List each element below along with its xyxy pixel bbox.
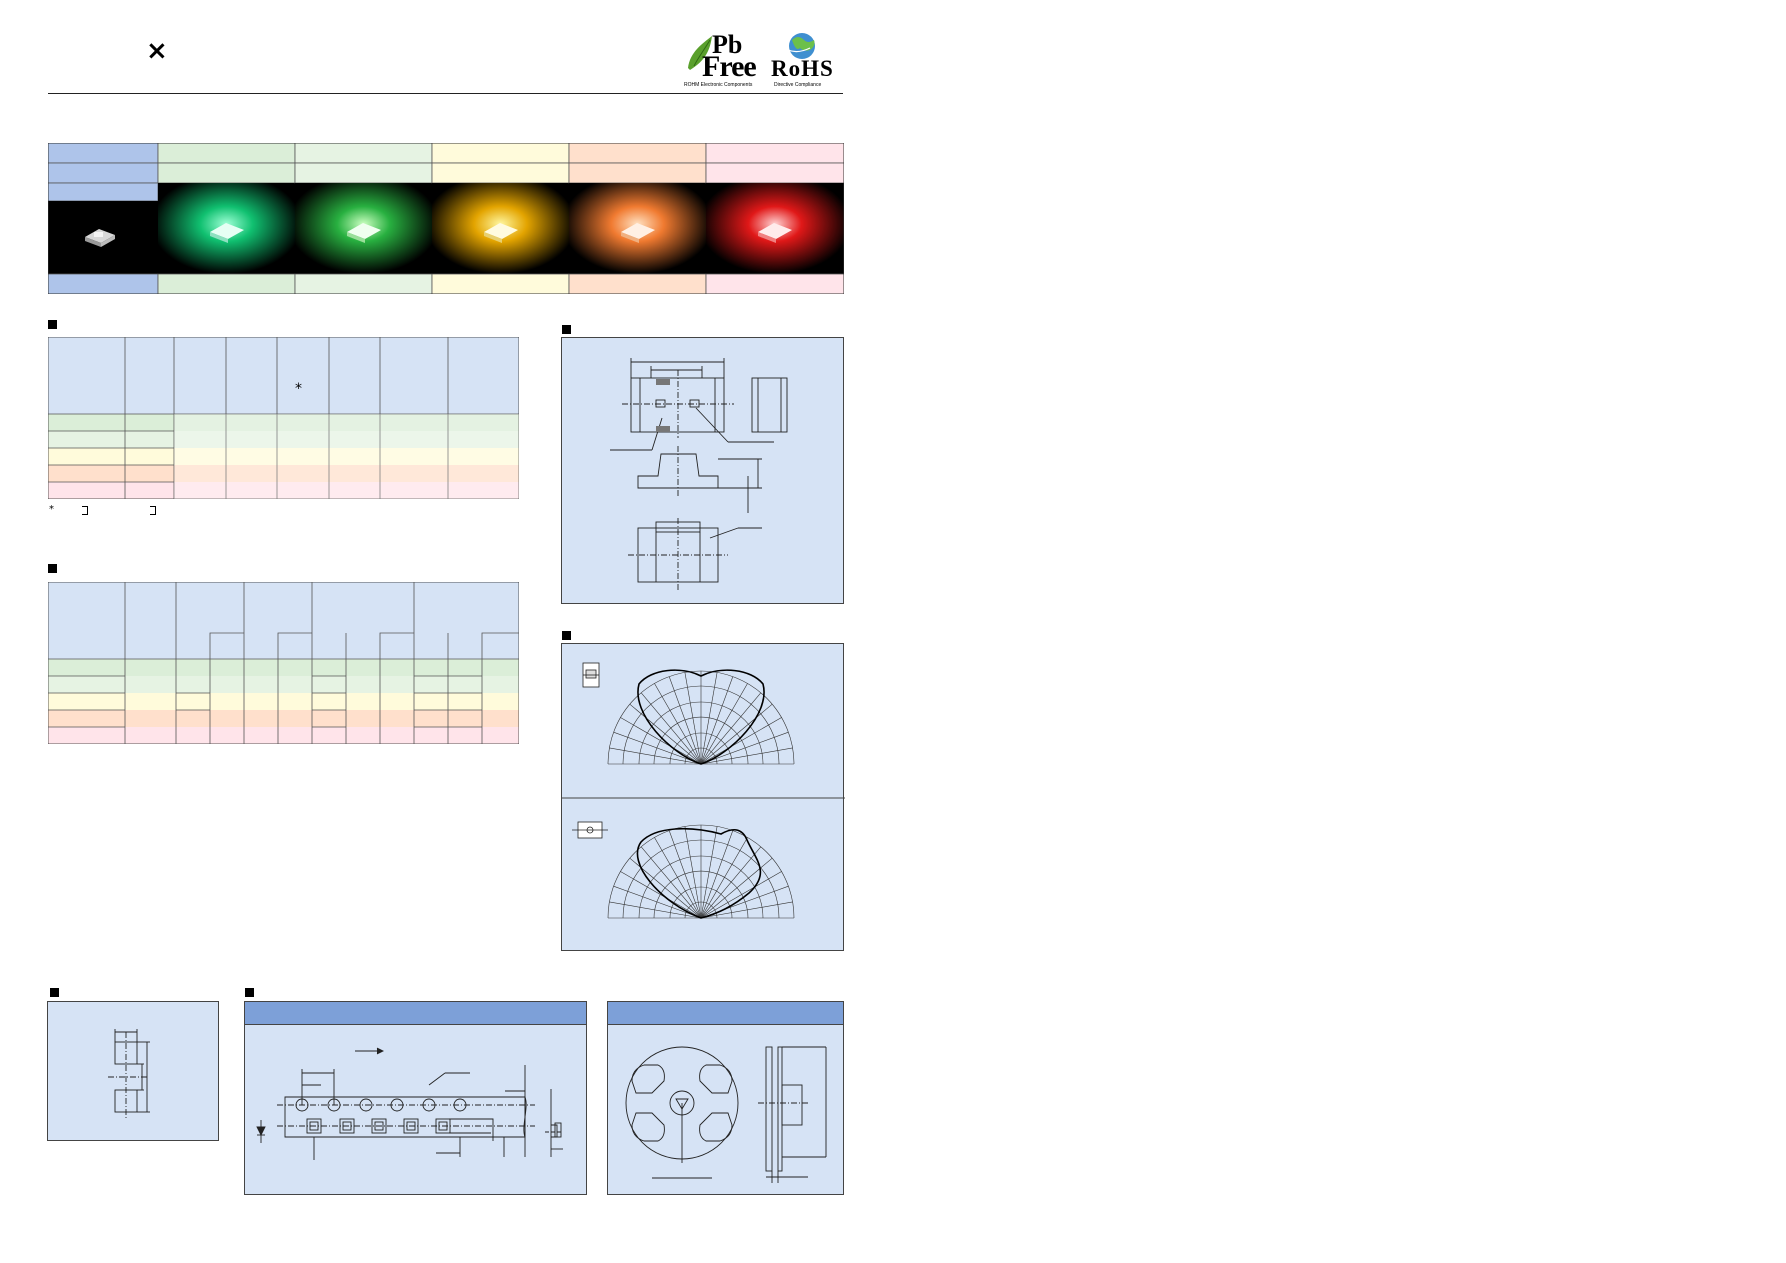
land-pattern-drawing: [108, 1029, 150, 1120]
characteristics-table-grid: [47, 581, 520, 745]
annotation-star: *: [295, 381, 302, 397]
square-bullet-icon: [562, 325, 571, 334]
reel-panel: [607, 1001, 844, 1195]
free-logo-text: Free: [702, 50, 757, 83]
rohs-logo-caption: Directive Compliance: [774, 82, 822, 88]
reel-panel-header: [608, 1002, 843, 1025]
compliance-logos: Pb Free ROHM Electronic Components RoHS …: [684, 30, 844, 92]
product-photos: [47, 142, 845, 295]
pb-logo-caption: ROHM Electronic Components: [684, 82, 753, 88]
directivity-polar-plots: [562, 662, 845, 919]
footnote-star: *: [49, 504, 54, 515]
characteristics-table: [47, 581, 520, 745]
carrier-tape-drawing: [256, 1047, 563, 1160]
square-bullet-icon: [48, 564, 57, 573]
square-bullet-icon: [562, 631, 571, 640]
tape-panel: [244, 1001, 587, 1195]
footnote-mark: [82, 506, 88, 515]
square-bullet-icon: [48, 320, 57, 329]
ratings-table-grid: [47, 336, 520, 500]
square-bullet-icon: [245, 988, 254, 997]
header-rule: [48, 93, 843, 94]
reel-drawing: [625, 1046, 827, 1183]
package-dimension-drawing: [610, 358, 788, 590]
rohs-logo-text: RoHS: [771, 56, 834, 81]
solder-pattern-panel: [47, 1001, 219, 1141]
close-icon: ×: [146, 36, 168, 66]
square-bullet-icon: [50, 988, 59, 997]
radiation-pattern-panel: [561, 643, 845, 951]
dimensions-panel: [561, 337, 844, 604]
footnote-mark: [150, 506, 156, 515]
product-color-band: [47, 142, 845, 295]
tape-panel-header: [245, 1002, 586, 1025]
ratings-table: *: [47, 336, 520, 500]
